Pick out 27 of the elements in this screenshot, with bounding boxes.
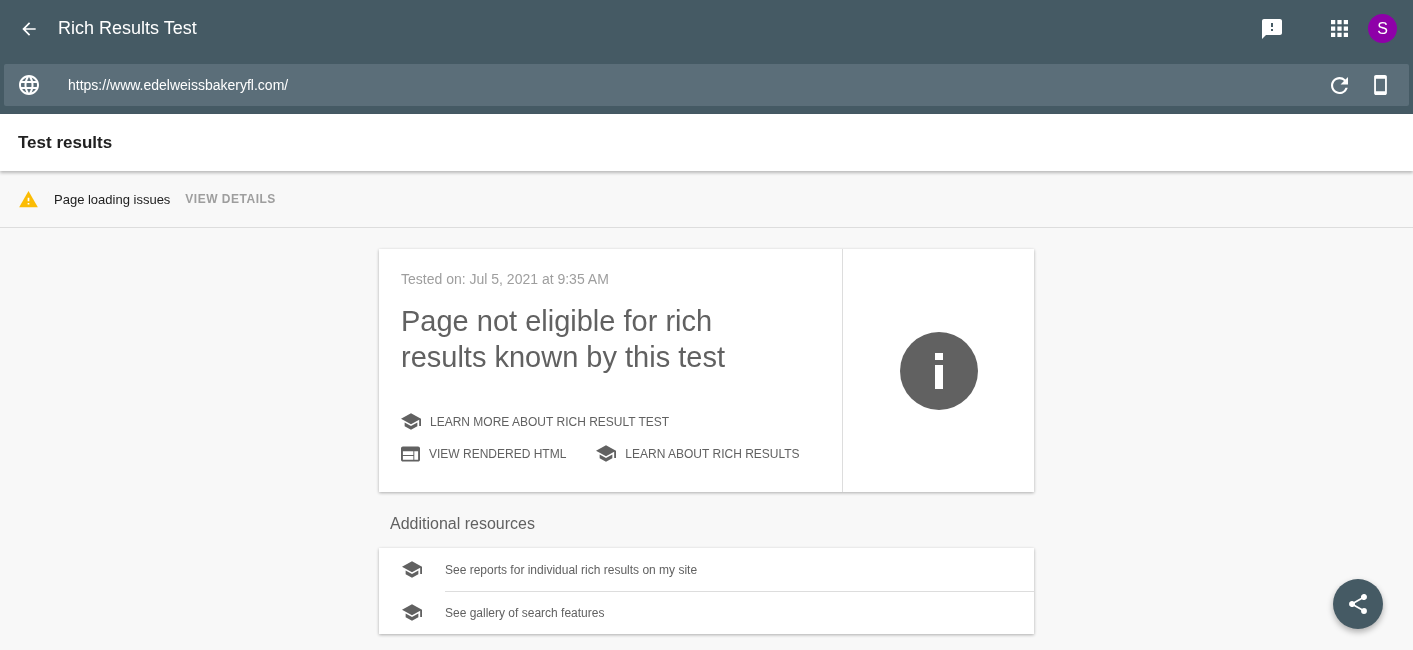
share-button[interactable]	[1333, 579, 1383, 629]
share-icon	[1349, 594, 1367, 614]
tested-on-text: Tested on: Jul 5, 2021 at 9:35 AM	[401, 271, 610, 287]
graduation-cap-icon	[402, 561, 422, 578]
warning-icon	[19, 190, 38, 208]
issue-message: Page loading issues	[54, 191, 171, 207]
card-link[interactable]: LEARN ABOUT RICH RESULTS	[596, 445, 800, 462]
account-avatar[interactable]: S	[1368, 14, 1397, 43]
app-title: Rich Results Test	[58, 18, 197, 39]
graduation-cap-icon	[401, 413, 421, 430]
info-icon	[899, 331, 978, 410]
resource-link[interactable]: See reports for individual rich results on my site	[379, 548, 1034, 591]
apps-grid-icon[interactable]	[1331, 20, 1348, 37]
globe-icon	[19, 75, 39, 95]
url-field[interactable]: https://www.edelweissbakeryfl.com/	[4, 64, 1409, 106]
resource-link[interactable]: See gallery of search features	[379, 591, 1034, 634]
result-headline: Page not eligible for rich results known by this test	[401, 304, 726, 375]
card-link[interactable]: VIEW RENDERED HTML	[401, 445, 567, 462]
card-link[interactable]: LEARN MORE ABOUT RICH RESULT TEST	[401, 413, 670, 430]
feedback-icon[interactable]	[1262, 18, 1282, 39]
section-heading: Additional resources	[390, 515, 536, 533]
mobile-phone-icon[interactable]	[1374, 75, 1387, 95]
section-title: Test results	[18, 132, 113, 153]
refresh-icon[interactable]	[1331, 76, 1348, 94]
graduation-cap-icon	[402, 604, 422, 621]
browser-window-icon	[401, 445, 420, 462]
graduation-cap-icon	[596, 445, 617, 462]
